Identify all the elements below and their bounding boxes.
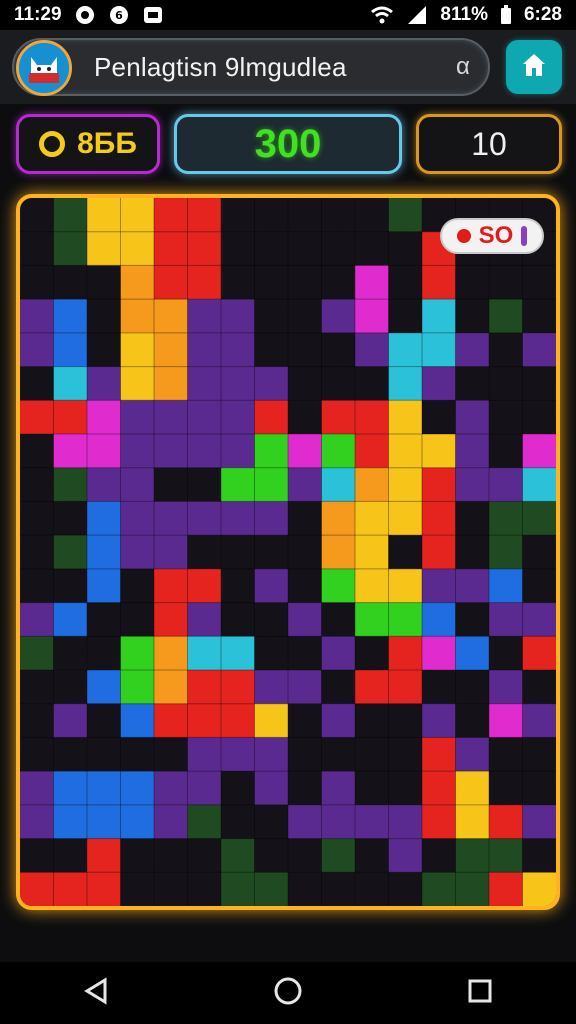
recents-button[interactable]	[450, 963, 510, 1023]
puzzle-piece[interactable]	[522, 434, 557, 469]
wifi-icon	[370, 5, 394, 25]
puzzle-piece[interactable]	[388, 872, 423, 906]
puzzle-piece[interactable]	[522, 872, 557, 906]
message-icon	[142, 5, 164, 25]
game-title: Penlagtisn 9lmgudlea	[94, 52, 347, 82]
puzzle-board[interactable]	[16, 194, 560, 910]
puzzle-piece[interactable]	[522, 299, 557, 334]
puzzle-piece[interactable]	[522, 838, 557, 873]
puzzle-grid[interactable]	[20, 198, 556, 906]
puzzle-piece[interactable]	[254, 872, 289, 906]
score-value: 300	[254, 121, 322, 166]
navigation-bar	[0, 962, 576, 1024]
puzzle-piece[interactable]	[321, 872, 356, 906]
puzzle-piece[interactable]	[522, 568, 557, 604]
coins-value: 8ББ	[77, 127, 137, 160]
moves-badge-value: SO	[478, 222, 514, 249]
notification-icon: 6	[108, 4, 130, 26]
home-button[interactable]	[506, 40, 562, 94]
settings-icon	[74, 4, 96, 26]
app-logo[interactable]	[16, 40, 72, 96]
puzzle-piece[interactable]	[522, 366, 557, 401]
puzzle-piece[interactable]	[522, 703, 557, 738]
status-bar: 11:29 6 811% 6:28	[0, 0, 576, 30]
battery-icon	[500, 5, 512, 25]
level-value: 10	[471, 125, 507, 162]
puzzle-piece[interactable]	[522, 636, 557, 671]
recents-icon	[465, 976, 495, 1011]
back-button[interactable]	[66, 963, 126, 1023]
svg-text:6: 6	[115, 9, 123, 22]
puzzle-piece[interactable]	[455, 872, 490, 906]
back-icon	[81, 976, 111, 1011]
battery-text: 811%	[440, 4, 488, 25]
signal-icon	[406, 5, 428, 25]
puzzle-piece[interactable]	[522, 771, 557, 806]
badge-end-icon	[521, 226, 528, 246]
home-nav-button[interactable]	[258, 963, 318, 1023]
level-panel: 10	[416, 114, 562, 174]
score-panel: 300	[174, 114, 402, 174]
puzzle-piece[interactable]	[522, 501, 557, 536]
moves-badge: SO	[440, 218, 544, 254]
puzzle-piece[interactable]	[120, 872, 155, 906]
puzzle-piece[interactable]	[187, 872, 222, 906]
record-dot-icon	[456, 229, 471, 243]
coins-panel: 8ББ	[16, 114, 160, 174]
coin-icon	[39, 131, 66, 157]
home-icon	[519, 50, 549, 85]
clock-right: 6:28	[523, 4, 562, 25]
status-time: 11:29	[14, 4, 62, 25]
home-nav-icon	[273, 976, 303, 1011]
puzzle-piece[interactable]	[53, 872, 88, 906]
alpha-icon[interactable]: α	[456, 53, 470, 81]
